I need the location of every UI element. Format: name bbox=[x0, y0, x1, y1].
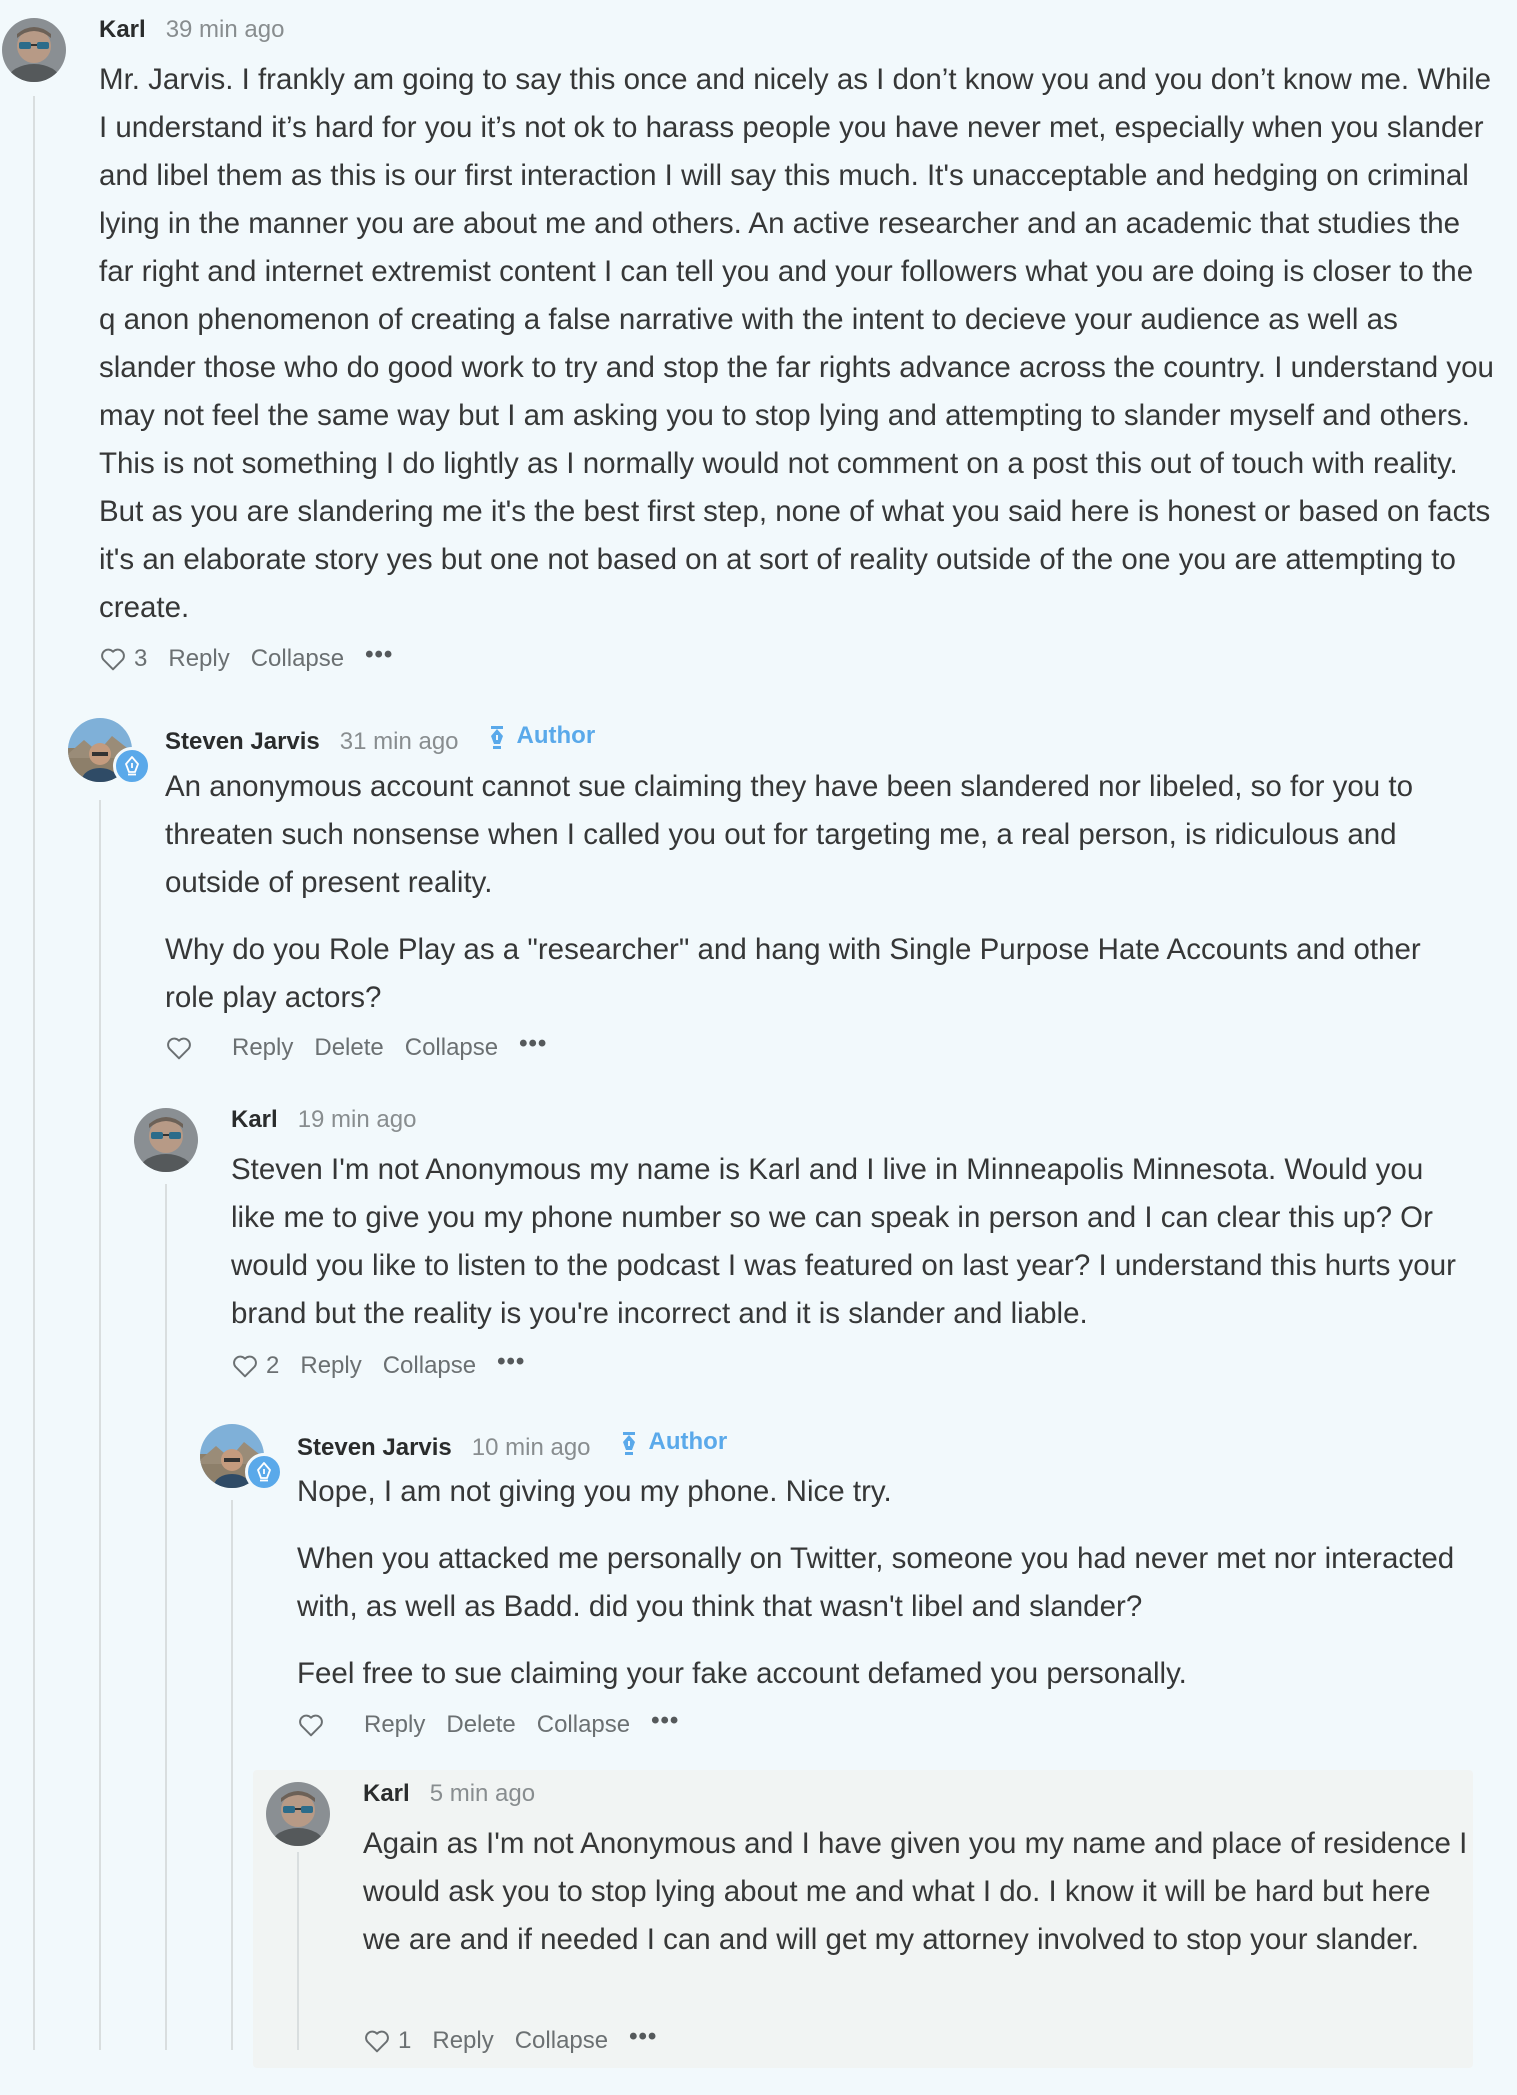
comment-paragraph: Steven I'm not Anonymous my name is Karl… bbox=[231, 1153, 1456, 1330]
author-label: Author bbox=[487, 722, 596, 750]
like-button[interactable]: 2 bbox=[232, 1352, 279, 1380]
avatar[interactable] bbox=[266, 1782, 330, 1846]
reply-button[interactable]: Reply bbox=[364, 1711, 425, 1739]
collapse-button[interactable]: Collapse bbox=[405, 1034, 498, 1062]
comment-timestamp[interactable]: 19 min ago bbox=[298, 1106, 417, 1134]
more-options-button[interactable]: ••• bbox=[629, 2023, 657, 2051]
commenter-name[interactable]: Karl bbox=[99, 16, 146, 44]
comment-actions: 2 Reply Collapse ••• bbox=[232, 1348, 525, 1380]
like-count: 1 bbox=[398, 2027, 412, 2054]
heart-outline-icon bbox=[101, 648, 125, 671]
heart-outline-icon bbox=[299, 1714, 323, 1737]
like-button[interactable] bbox=[166, 1036, 200, 1060]
author-tag-text: Author bbox=[648, 1428, 728, 1455]
avatar[interactable] bbox=[134, 1108, 198, 1172]
reply-button[interactable]: Reply bbox=[432, 2027, 493, 2055]
thread-line bbox=[297, 1852, 299, 2050]
more-options-button[interactable]: ••• bbox=[365, 641, 393, 669]
comment-body: Nope, I am not giving you my phone. Nice… bbox=[297, 1468, 1472, 1698]
more-options-button[interactable]: ••• bbox=[497, 1348, 525, 1376]
comment-body: An anonymous account cannot sue claiming… bbox=[165, 763, 1465, 1022]
thread-line bbox=[231, 1500, 233, 2050]
fountain-pen-icon bbox=[622, 1432, 635, 1455]
reply-button[interactable]: Reply bbox=[232, 1034, 293, 1062]
comment-paragraph: Mr. Jarvis. I frankly am going to say th… bbox=[99, 63, 1494, 624]
like-count: 2 bbox=[266, 1352, 280, 1379]
collapse-button[interactable]: Collapse bbox=[515, 2027, 608, 2055]
comment-body: Again as I'm not Anonymous and I have gi… bbox=[363, 1820, 1468, 1964]
avatar[interactable] bbox=[2, 18, 66, 82]
collapse-button[interactable]: Collapse bbox=[251, 645, 344, 673]
comment-actions: Reply Delete Collapse ••• bbox=[166, 1030, 547, 1062]
thread-line bbox=[99, 800, 101, 2050]
comment-timestamp[interactable]: 10 min ago bbox=[472, 1434, 591, 1462]
like-button[interactable]: 3 bbox=[100, 645, 147, 673]
comment-timestamp[interactable]: 39 min ago bbox=[166, 16, 285, 44]
comment-paragraph: Again as I'm not Anonymous and I have gi… bbox=[363, 1827, 1468, 1956]
reply-button[interactable]: Reply bbox=[168, 645, 229, 673]
more-options-button[interactable]: ••• bbox=[519, 1030, 547, 1058]
author-label: Author bbox=[619, 1428, 728, 1456]
comment-paragraph: An anonymous account cannot sue claiming… bbox=[165, 770, 1413, 899]
comment-body: Mr. Jarvis. I frankly am going to say th… bbox=[99, 56, 1494, 632]
heart-outline-icon bbox=[167, 1037, 191, 1060]
author-badge bbox=[113, 747, 151, 785]
collapse-button[interactable]: Collapse bbox=[537, 1711, 630, 1739]
reply-button[interactable]: Reply bbox=[300, 1352, 361, 1380]
commenter-name[interactable]: Steven Jarvis bbox=[297, 1434, 452, 1462]
comment-actions: Reply Delete Collapse ••• bbox=[298, 1707, 679, 1739]
delete-button[interactable]: Delete bbox=[446, 1711, 515, 1739]
comment-actions: 1 Reply Collapse ••• bbox=[364, 2023, 657, 2055]
like-count: 3 bbox=[134, 645, 148, 672]
heart-outline-icon bbox=[233, 1355, 257, 1378]
more-options-button[interactable]: ••• bbox=[651, 1707, 679, 1735]
commenter-name[interactable]: Steven Jarvis bbox=[165, 728, 320, 756]
fountain-pen-icon bbox=[125, 756, 139, 776]
delete-button[interactable]: Delete bbox=[314, 1034, 383, 1062]
fountain-pen-icon bbox=[257, 1462, 271, 1482]
comment-paragraph: Feel free to sue claiming your fake acco… bbox=[297, 1657, 1187, 1690]
comment-paragraph: Why do you Role Play as a "researcher" a… bbox=[165, 933, 1421, 1014]
commenter-name[interactable]: Karl bbox=[363, 1780, 410, 1808]
fountain-pen-icon bbox=[490, 726, 503, 749]
comment-timestamp[interactable]: 5 min ago bbox=[430, 1780, 535, 1808]
author-tag-text: Author bbox=[516, 722, 596, 749]
author-badge bbox=[245, 1453, 283, 1491]
commenter-name[interactable]: Karl bbox=[231, 1106, 278, 1134]
heart-outline-icon bbox=[365, 2030, 389, 2053]
comment-paragraph: Nope, I am not giving you my phone. Nice… bbox=[297, 1475, 892, 1508]
comment-actions: 3 Reply Collapse ••• bbox=[100, 641, 393, 673]
like-button[interactable]: 1 bbox=[364, 2027, 411, 2055]
comment-timestamp[interactable]: 31 min ago bbox=[340, 728, 459, 756]
comment-body: Steven I'm not Anonymous my name is Karl… bbox=[231, 1146, 1471, 1338]
collapse-button[interactable]: Collapse bbox=[383, 1352, 476, 1380]
comment-paragraph: When you attacked me personally on Twitt… bbox=[297, 1542, 1455, 1623]
thread-line bbox=[165, 1184, 167, 2050]
thread-line bbox=[33, 96, 35, 2050]
like-button[interactable] bbox=[298, 1713, 332, 1737]
